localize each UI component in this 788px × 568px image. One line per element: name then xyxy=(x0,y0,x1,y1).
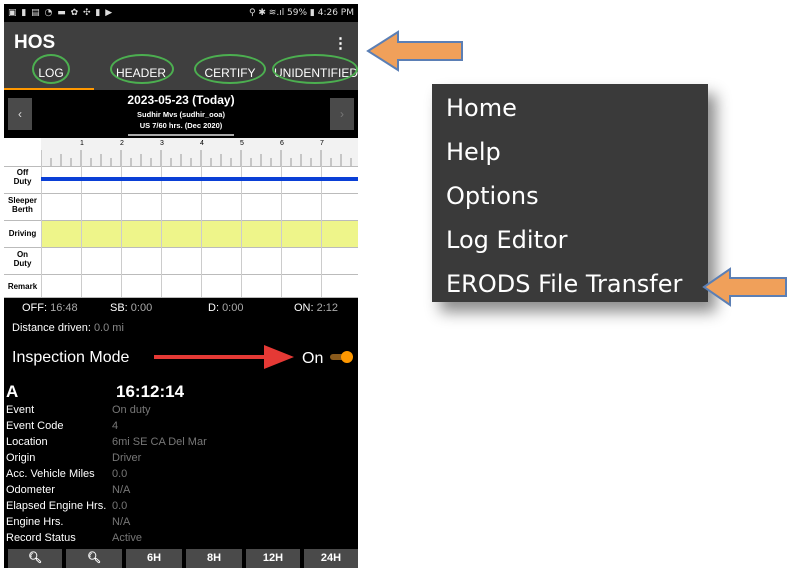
tab-unidentified[interactable]: UNIDENTIFIED xyxy=(272,54,358,84)
inspection-mode-toggle[interactable] xyxy=(330,351,353,363)
hos-app-screen: ▣ ▮ ▤ ◔ ▬ ✿ ✣ ▮ ▶ ⚲ ✱ ≋.ıl 59% ▮ 4:26 PM… xyxy=(4,4,358,568)
row-label-driving: Driving xyxy=(8,229,37,238)
sb-total: SB: 0:00 xyxy=(110,302,153,314)
tab-log[interactable]: LOG xyxy=(26,54,76,84)
zoom-toolbar: 🔍︎ 🔍︎ 6H 8H 12H 24H xyxy=(4,548,358,568)
duty-totals: OFF: 16:48 SB: 0:00 D: 0:00 ON: 2:12 xyxy=(4,298,358,318)
menu-item-erods-file-transfer[interactable]: ERODS File Transfer xyxy=(446,270,682,298)
log-date: 2023-05-23 (Today) xyxy=(127,93,235,107)
grid-line xyxy=(321,166,322,297)
callout-arrow-icon xyxy=(702,267,787,307)
ruler-ticks xyxy=(41,150,352,166)
grid-line xyxy=(4,220,358,221)
grid-line xyxy=(4,193,358,194)
grid-line xyxy=(201,166,202,297)
detail-row-engine-hrs: Engine Hrs. N/A xyxy=(6,516,131,528)
off-total: OFF: 16:48 xyxy=(22,302,78,314)
status-bar: ▣ ▮ ▤ ◔ ▬ ✿ ✣ ▮ ▶ ⚲ ✱ ≋.ıl 59% ▮ 4:26 PM xyxy=(4,4,358,22)
zoom-out-button[interactable]: 🔍︎ xyxy=(66,549,122,568)
row-label-off-duty: Off Duty xyxy=(13,168,32,186)
zoom-out-icon: 🔍︎ xyxy=(87,552,101,564)
grid-line xyxy=(4,247,358,248)
date-navigator: ‹ 2023-05-23 (Today) Sudhir Mvs (sudhir_… xyxy=(4,90,358,138)
driver-name: Sudhir Mvs (sudhir_ooa) xyxy=(137,110,225,119)
hour-tick-label: 4 xyxy=(200,140,204,147)
inspection-mode-value: On xyxy=(302,350,324,367)
red-arrow-icon xyxy=(154,345,294,369)
zoom-6h-button[interactable]: 6H xyxy=(126,549,182,568)
overflow-menu: Home Help Options Log Editor ERODS File … xyxy=(432,84,708,302)
grid-line xyxy=(241,166,242,297)
app-bar: HOS ⋮ LOG HEADER CERTIFY UNIDENTIFIED xyxy=(4,22,358,90)
detail-row-odometer: Odometer N/A xyxy=(6,484,131,496)
detail-row-elapsed-engine-hrs: Elapsed Engine Hrs. 0.0 xyxy=(6,500,128,512)
hour-tick-label: 7 xyxy=(320,140,324,147)
detail-row-record-status: Record Status Active xyxy=(6,532,142,544)
detail-row-acc-vehicle-miles: Acc. Vehicle Miles 0.0 xyxy=(6,468,128,480)
hour-tick-label: 5 xyxy=(240,140,244,147)
row-label-remark: Remark xyxy=(7,282,38,291)
overflow-menu-icon[interactable]: ⋮ xyxy=(333,34,348,52)
event-code-letter: A xyxy=(6,382,19,401)
tab-header[interactable]: HEADER xyxy=(110,54,174,84)
hour-tick-label: 2 xyxy=(120,140,124,147)
grid-line xyxy=(41,166,42,297)
callout-arrow-icon xyxy=(366,30,463,72)
grid-line xyxy=(81,166,82,297)
grid-line xyxy=(121,166,122,297)
duty-status-grid: 1 2 3 4 5 6 7 Off Duty Sleeper Berth Dri… xyxy=(4,138,358,298)
date-underline xyxy=(128,134,234,136)
app-title: HOS xyxy=(14,32,56,53)
zoom-24h-button[interactable]: 24H xyxy=(304,549,358,568)
event-time: 16:12:14 xyxy=(116,382,185,401)
grid-line xyxy=(4,166,358,167)
detail-row-location: Location 6mi SE CA Del Mar xyxy=(6,436,207,448)
hour-tick-label: 6 xyxy=(280,140,284,147)
zoom-12h-button[interactable]: 12H xyxy=(246,549,300,568)
grid-line xyxy=(161,166,162,297)
menu-item-options[interactable]: Options xyxy=(446,182,539,210)
grid-line xyxy=(281,166,282,297)
grid-line xyxy=(4,274,358,275)
next-day-button[interactable]: › xyxy=(330,98,354,130)
highlight-ring xyxy=(194,54,266,84)
hour-tick-label: 3 xyxy=(160,140,164,147)
zoom-8h-button[interactable]: 8H xyxy=(186,549,242,568)
detail-row-event: Event On duty xyxy=(6,404,151,416)
hos-rule: US 7/60 hrs. (Dec 2020) xyxy=(139,121,223,130)
detail-row-origin: Origin Driver xyxy=(6,452,142,464)
highlight-ring xyxy=(272,54,358,84)
status-icons: ⚲ ✱ ≋.ıl 59% ▮ 4:26 PM xyxy=(248,8,354,18)
notification-icons: ▣ ▮ ▤ ◔ ▬ ✿ ✣ ▮ ▶ xyxy=(8,8,114,18)
tab-certify[interactable]: CERTIFY xyxy=(194,54,266,84)
off-duty-status-line xyxy=(41,177,358,181)
row-label-on-duty: On Duty xyxy=(13,250,32,268)
zoom-in-icon: 🔍︎ xyxy=(28,552,42,564)
highlight-ring xyxy=(110,54,174,84)
row-label-sleeper-berth: Sleeper Berth xyxy=(8,196,37,214)
detail-row-event-code: Event Code 4 xyxy=(6,420,119,432)
menu-item-home[interactable]: Home xyxy=(446,94,517,122)
driving-row-highlight xyxy=(41,220,358,247)
hour-ruler: 1 2 3 4 5 6 7 xyxy=(41,138,358,166)
menu-item-help[interactable]: Help xyxy=(446,138,501,166)
zoom-in-button[interactable]: 🔍︎ xyxy=(8,549,62,568)
highlight-ring xyxy=(32,54,70,84)
on-total: ON: 2:12 xyxy=(294,302,339,314)
d-total: D: 0:00 xyxy=(208,302,244,314)
distance-driven: Distance driven: 0.0 mi xyxy=(12,322,124,334)
hour-tick-label: 1 xyxy=(80,140,84,147)
inspection-mode-label: Inspection Mode xyxy=(12,349,130,366)
menu-item-log-editor[interactable]: Log Editor xyxy=(446,226,568,254)
